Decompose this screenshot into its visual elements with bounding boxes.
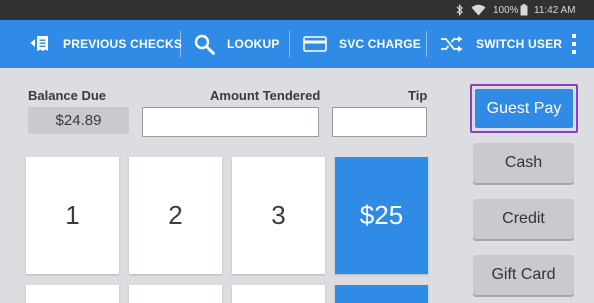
balance-due-value: $24.89 — [28, 107, 129, 134]
switch-user-button[interactable]: SWITCH USER — [440, 20, 562, 68]
keypad-key-2[interactable]: 2 — [129, 157, 222, 274]
guest-pay-button[interactable]: Guest Pay — [475, 89, 573, 128]
wifi-icon — [471, 4, 486, 16]
keypad-key-3[interactable]: 3 — [232, 157, 325, 274]
svc-charge-button[interactable]: SVC CHARGE — [303, 20, 421, 68]
battery-level: 100% — [493, 5, 519, 16]
card-icon — [303, 36, 327, 52]
tip-label: Tip — [408, 88, 428, 103]
toolbar-divider — [426, 31, 427, 57]
credit-button[interactable]: Credit — [473, 199, 574, 239]
amount-tendered-label: Amount Tendered — [210, 88, 321, 103]
more-vert-icon[interactable] — [566, 32, 582, 56]
bluetooth-icon — [456, 4, 463, 16]
toolbar-divider — [180, 31, 181, 57]
guest-pay-focus-outline: Guest Pay — [470, 84, 578, 133]
status-bar: 100% 11:42 AM — [0, 0, 594, 20]
battery-icon — [520, 4, 528, 16]
balance-due-label: Balance Due — [28, 88, 107, 103]
switch-user-label: SWITCH USER — [476, 37, 563, 51]
shuffle-icon — [441, 36, 463, 52]
keypad-key[interactable] — [129, 285, 222, 303]
lookup-label: LOOKUP — [227, 37, 280, 51]
keypad-key[interactable] — [26, 285, 119, 303]
previous-checks-label: PREVIOUS CHECKS — [63, 37, 183, 51]
top-toolbar: PREVIOUS CHECKS LOOKUP SVC CHARGE SWITCH… — [0, 20, 594, 68]
previous-checks-button[interactable]: PREVIOUS CHECKS — [30, 20, 182, 68]
gift-card-button[interactable]: Gift Card — [473, 255, 574, 295]
search-icon — [194, 34, 215, 55]
cash-button[interactable]: Cash — [473, 143, 574, 183]
tip-input[interactable] — [332, 107, 427, 137]
quick-amount-button[interactable] — [335, 285, 428, 303]
svc-charge-label: SVC CHARGE — [339, 37, 422, 51]
toolbar-divider — [289, 31, 290, 57]
keypad-key[interactable] — [232, 285, 325, 303]
clock: 11:42 AM — [534, 5, 576, 16]
lookup-button[interactable]: LOOKUP — [194, 20, 280, 68]
keypad-key-1[interactable]: 1 — [26, 157, 119, 274]
amount-tendered-input[interactable] — [142, 107, 319, 137]
quick-amount-25-button[interactable]: $25 — [335, 157, 428, 274]
previous-checks-icon — [30, 36, 48, 51]
